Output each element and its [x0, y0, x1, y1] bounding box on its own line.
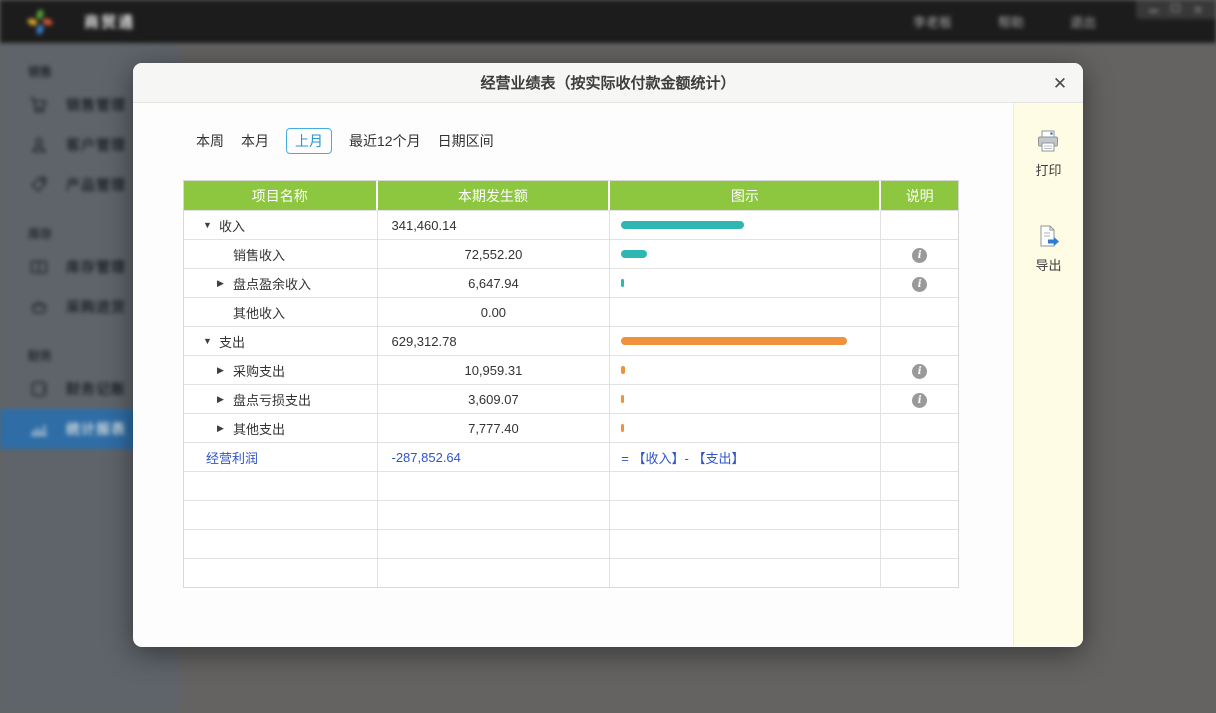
table-row: ▶ 其他支出 7,777.40 [184, 413, 958, 442]
ledger-icon [28, 378, 50, 400]
item-name: 销售收入 [233, 247, 286, 263]
table-row: ▼ 支出 629,312.78 [184, 326, 958, 355]
empty-table-row [184, 529, 958, 558]
period-tab[interactable]: 本周 [196, 129, 224, 153]
item-amount: 3,609.07 [377, 384, 611, 413]
item-name: 收入 [219, 218, 246, 234]
item-amount: 0.00 [377, 297, 611, 326]
table-row: ▶ 盘点亏损支出 3,609.07 i [184, 384, 958, 413]
window-controls: ✕ [1136, 0, 1216, 19]
table-row: 经营利润 -287,852.64 = 【收入】- 【支出】 [184, 442, 958, 471]
item-name: 其他支出 [233, 421, 286, 437]
tag-icon [28, 174, 50, 196]
period-tab[interactable]: 上月 [286, 128, 332, 154]
info-icon[interactable]: i [912, 247, 928, 263]
table-row: 其他收入 0.00 [184, 297, 958, 326]
dialog-close-icon[interactable]: ✕ [1047, 71, 1073, 97]
user-menu[interactable]: 李老板 [913, 12, 952, 31]
period-tab[interactable]: 最近12个月 [349, 129, 421, 153]
sidebar-item-label: 采购进货 [66, 299, 126, 315]
export-button[interactable]: 导出 [1035, 223, 1062, 274]
person-icon [28, 134, 50, 156]
cart-icon [28, 94, 50, 116]
maximize-icon[interactable] [1170, 4, 1180, 15]
column-header: 图示 [610, 181, 882, 210]
dialog-body: 本周 本月 上月 最近12个月 日期区间 项目名称 本期发生额 图示 说明 ▼ 收入 341,460… [133, 103, 1083, 646]
top-menu: 李老板 帮助 退出 [913, 0, 1096, 43]
sidebar-item-label: 财务记账 [66, 381, 126, 397]
report-dialog: 经营业绩表（按实际收付款金额统计） ✕ 本周 本月 上月 最近12个月 日期区间 项目名… [133, 63, 1083, 647]
dialog-titlebar: 经营业绩表（按实际收付款金额统计） ✕ [133, 63, 1083, 103]
export-icon [1035, 223, 1061, 249]
value-bar [621, 250, 648, 258]
inventory-icon [28, 256, 50, 278]
expand-triangle-icon[interactable]: ▶ [217, 423, 228, 434]
value-bar [621, 424, 625, 432]
info-icon[interactable]: i [912, 363, 928, 379]
sidebar-item-label: 销售管理 [66, 97, 126, 113]
table-row: ▼ 收入 341,460.14 [184, 210, 958, 239]
close-icon[interactable]: ✕ [1193, 4, 1203, 16]
app-window: 商贸通 李老板 帮助 退出 ✕ 销售 销售管理 客户管理 产品管理 库存 库存管理 采购进货… [0, 0, 1216, 713]
value-bar [621, 221, 745, 229]
report-table: 项目名称 本期发生额 图示 说明 ▼ 收入 341,460.14 销售收入 72,552.20 i… [183, 180, 959, 588]
logout-menu[interactable]: 退出 [1070, 12, 1096, 31]
item-amount: 10,959.31 [377, 355, 611, 384]
item-amount: 7,777.40 [377, 413, 611, 442]
sidebar-item-label: 客户管理 [66, 137, 126, 153]
table-row: ▶ 采购支出 10,959.31 i [184, 355, 958, 384]
action-label: 导出 [1035, 258, 1062, 273]
item-amount: 341,460.14 [377, 210, 611, 239]
item-amount: 6,647.94 [377, 268, 611, 297]
period-tab[interactable]: 日期区间 [438, 129, 494, 153]
print-button[interactable]: 打印 [1035, 128, 1062, 179]
sidebar-item-label: 统计报表 [66, 421, 126, 437]
table-row: ▶ 盘点盈余收入 6,647.94 i [184, 268, 958, 297]
column-header: 本期发生额 [377, 181, 611, 210]
dialog-title: 经营业绩表（按实际收付款金额统计） [480, 75, 736, 92]
expand-triangle-icon[interactable]: ▶ [217, 278, 228, 289]
item-amount: 72,552.20 [377, 239, 611, 268]
item-amount: -287,852.64 [377, 442, 611, 471]
expand-triangle-icon[interactable]: ▶ [217, 365, 228, 376]
period-tabs: 本周 本月 上月 最近12个月 日期区间 [196, 128, 1013, 154]
empty-table-row [184, 471, 958, 500]
item-name: 支出 [219, 334, 246, 350]
item-name: 其他收入 [233, 305, 286, 321]
info-icon[interactable]: i [912, 276, 928, 292]
column-header: 说明 [881, 181, 958, 210]
action-label: 打印 [1035, 163, 1062, 178]
item-name: 盘点盈余收入 [233, 276, 312, 292]
item-name: 盘点亏损支出 [233, 392, 312, 408]
empty-table-row [184, 558, 958, 587]
sidebar-item-label: 产品管理 [66, 177, 126, 193]
period-tab[interactable]: 本月 [241, 129, 269, 153]
value-bar [621, 395, 625, 403]
app-title: 商贸通 [84, 14, 136, 31]
column-header: 项目名称 [184, 181, 378, 210]
expand-triangle-icon[interactable]: ▶ [217, 394, 228, 405]
item-name: 经营利润 [206, 450, 259, 466]
help-menu[interactable]: 帮助 [998, 12, 1024, 31]
printer-icon [1035, 128, 1061, 154]
value-bar [621, 366, 626, 374]
app-logo-icon [26, 8, 54, 36]
value-bar [621, 279, 625, 287]
table-row: 销售收入 72,552.20 i [184, 239, 958, 268]
action-rail: 打印 导出 [1013, 103, 1083, 646]
minimize-icon[interactable] [1148, 5, 1158, 15]
collapse-triangle-icon[interactable]: ▼ [203, 220, 214, 230]
top-bar: 商贸通 李老板 帮助 退出 ✕ [0, 0, 1216, 43]
sidebar-item-label: 库存管理 [66, 259, 126, 275]
info-icon[interactable]: i [912, 392, 928, 408]
item-amount: 629,312.78 [377, 326, 611, 355]
basket-icon [28, 296, 50, 318]
collapse-triangle-icon[interactable]: ▼ [203, 336, 214, 346]
bar-chart-icon [28, 418, 50, 440]
value-bar [621, 337, 848, 345]
item-name: 采购支出 [233, 363, 286, 379]
dialog-main: 本周 本月 上月 最近12个月 日期区间 项目名称 本期发生额 图示 说明 ▼ 收入 341,460… [133, 103, 1013, 646]
empty-table-row [184, 500, 958, 529]
profit-formula: = 【收入】- 【支出】 [621, 450, 745, 466]
